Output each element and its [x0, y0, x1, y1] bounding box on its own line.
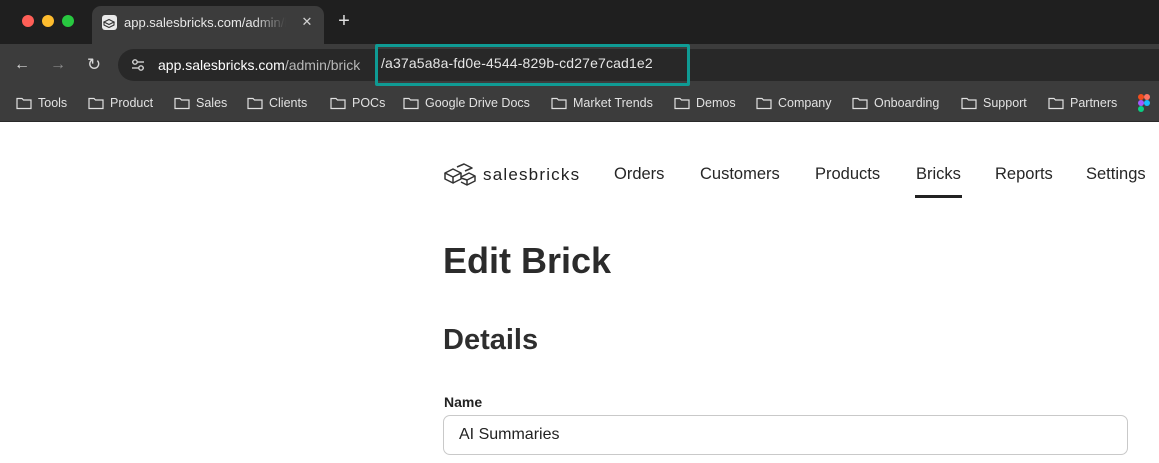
- bookmark-label: Google Drive Docs: [425, 96, 530, 110]
- bookmark-label: Product: [110, 96, 154, 110]
- tab-close-icon[interactable]: ✕: [298, 13, 316, 31]
- nav-active-indicator: [915, 195, 962, 198]
- folder-icon: [174, 97, 190, 110]
- browser-tab-active[interactable]: app.salesbricks.com/admin/bricks/a37a5a8…: [92, 6, 324, 44]
- folder-icon: [403, 97, 419, 110]
- bookmark-label: Clients: [269, 96, 308, 110]
- section-title: Details: [443, 324, 539, 356]
- nav-products[interactable]: Products: [815, 165, 880, 184]
- folder-icon: [1048, 97, 1064, 110]
- bookmark-label: Support: [983, 96, 1027, 110]
- folder-icon: [88, 97, 104, 110]
- browser-tab-strip: app.salesbricks.com/admin/bricks/a37a5a8…: [0, 0, 1159, 44]
- name-input[interactable]: [443, 415, 1128, 455]
- forward-arrow-icon[interactable]: →: [46, 53, 70, 77]
- maximize-window-button[interactable]: [62, 15, 74, 27]
- figma-icon[interactable]: [1138, 94, 1150, 112]
- folder-icon: [852, 97, 868, 110]
- nav-settings[interactable]: Settings: [1086, 165, 1146, 184]
- reload-icon[interactable]: ↻: [82, 53, 106, 77]
- bookmark-label: Partners: [1070, 96, 1118, 110]
- bookmark-label: Sales: [196, 96, 228, 110]
- nav-reports[interactable]: Reports: [995, 165, 1053, 184]
- bookmark-label: Company: [778, 96, 832, 110]
- page-title: Edit Brick: [443, 240, 612, 281]
- minimize-window-button[interactable]: [42, 15, 54, 27]
- url-text: app.salesbricks.com/admin/brick: [158, 57, 360, 73]
- site-settings-icon[interactable]: [128, 55, 148, 75]
- bookmark-label: Market Trends: [573, 96, 653, 110]
- salesbricks-favicon-icon: [102, 15, 117, 30]
- nav-customers[interactable]: Customers: [700, 165, 780, 184]
- bricks-logo-icon: [444, 163, 476, 186]
- url-id-highlight-box: /a37a5a8a-fd0e-4544-829b-cd27e7cad1e2: [375, 44, 690, 86]
- url-highlighted-segment: /a37a5a8a-fd0e-4544-829b-cd27e7cad1e2: [381, 55, 653, 71]
- brand-name: salesbricks: [483, 165, 581, 184]
- folder-icon: [551, 97, 567, 110]
- back-arrow-icon[interactable]: ←: [10, 53, 34, 77]
- new-tab-button[interactable]: +: [334, 10, 354, 32]
- bookmark-label: Demos: [696, 96, 736, 110]
- url-host: app.salesbricks.com: [158, 57, 285, 73]
- bookmark-label: POCs: [352, 96, 386, 110]
- folder-icon: [674, 97, 690, 110]
- folder-icon: [330, 97, 346, 110]
- folder-icon: [961, 97, 977, 110]
- tab-title: app.salesbricks.com/admin/bricks/a37a5a8…: [124, 15, 286, 30]
- nav-orders[interactable]: Orders: [614, 165, 664, 184]
- folder-icon: [16, 97, 32, 110]
- url-path-prefix: /admin/brick: [284, 57, 361, 73]
- folder-icon: [756, 97, 772, 110]
- name-field-label: Name: [444, 394, 483, 410]
- bookmark-label: Onboarding: [874, 96, 940, 110]
- nav-bricks[interactable]: Bricks: [916, 165, 961, 184]
- bookmarks-bar: Tools Product Sales Clients POCs Google …: [0, 86, 1159, 122]
- close-window-button[interactable]: [22, 15, 34, 27]
- folder-icon: [247, 97, 263, 110]
- bookmark-label: Tools: [38, 96, 68, 110]
